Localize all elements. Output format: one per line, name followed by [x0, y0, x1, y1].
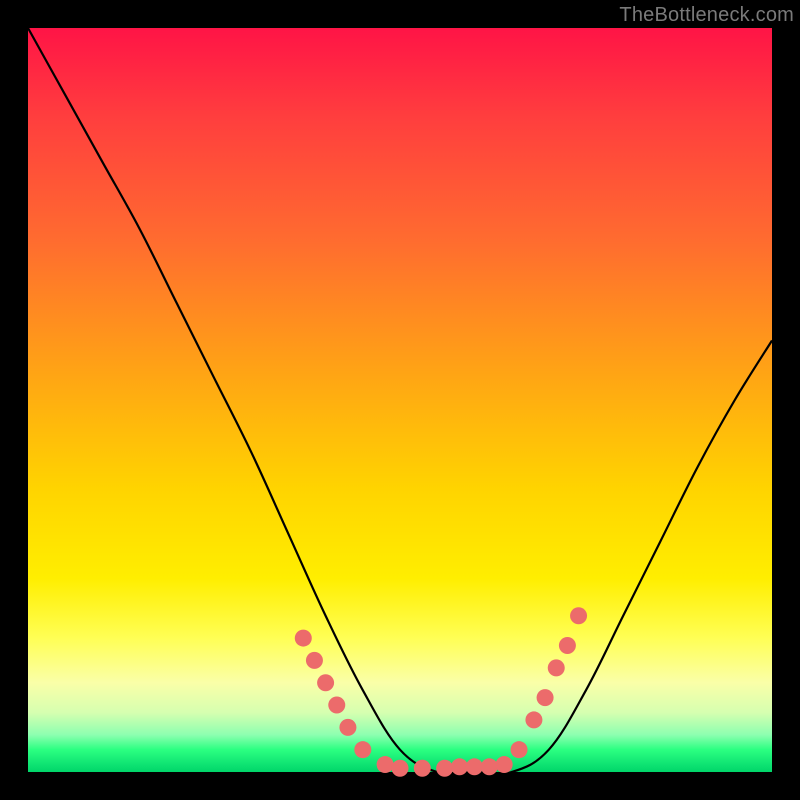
- highlight-dot: [559, 637, 576, 654]
- highlight-dot: [317, 674, 334, 691]
- highlight-dot: [354, 741, 371, 758]
- plot-area: [28, 28, 772, 772]
- highlight-dot: [525, 711, 542, 728]
- outer-frame: TheBottleneck.com: [0, 0, 800, 800]
- highlight-dot: [339, 719, 356, 736]
- highlight-dot: [377, 756, 394, 773]
- highlight-dot: [451, 758, 468, 775]
- highlight-dot: [548, 659, 565, 676]
- chart-svg: [28, 28, 772, 772]
- highlight-dot: [295, 630, 312, 647]
- highlight-dots: [295, 607, 587, 777]
- highlight-dot: [414, 760, 431, 777]
- highlight-dot: [392, 760, 409, 777]
- bottleneck-curve: [28, 28, 772, 774]
- watermark-text: TheBottleneck.com: [619, 4, 794, 27]
- highlight-dot: [306, 652, 323, 669]
- highlight-dot: [496, 756, 513, 773]
- highlight-dot: [537, 689, 554, 706]
- highlight-dot: [328, 697, 345, 714]
- highlight-dot: [481, 758, 498, 775]
- highlight-dot: [436, 760, 453, 777]
- highlight-dot: [570, 607, 587, 624]
- highlight-dot: [466, 758, 483, 775]
- highlight-dot: [511, 741, 528, 758]
